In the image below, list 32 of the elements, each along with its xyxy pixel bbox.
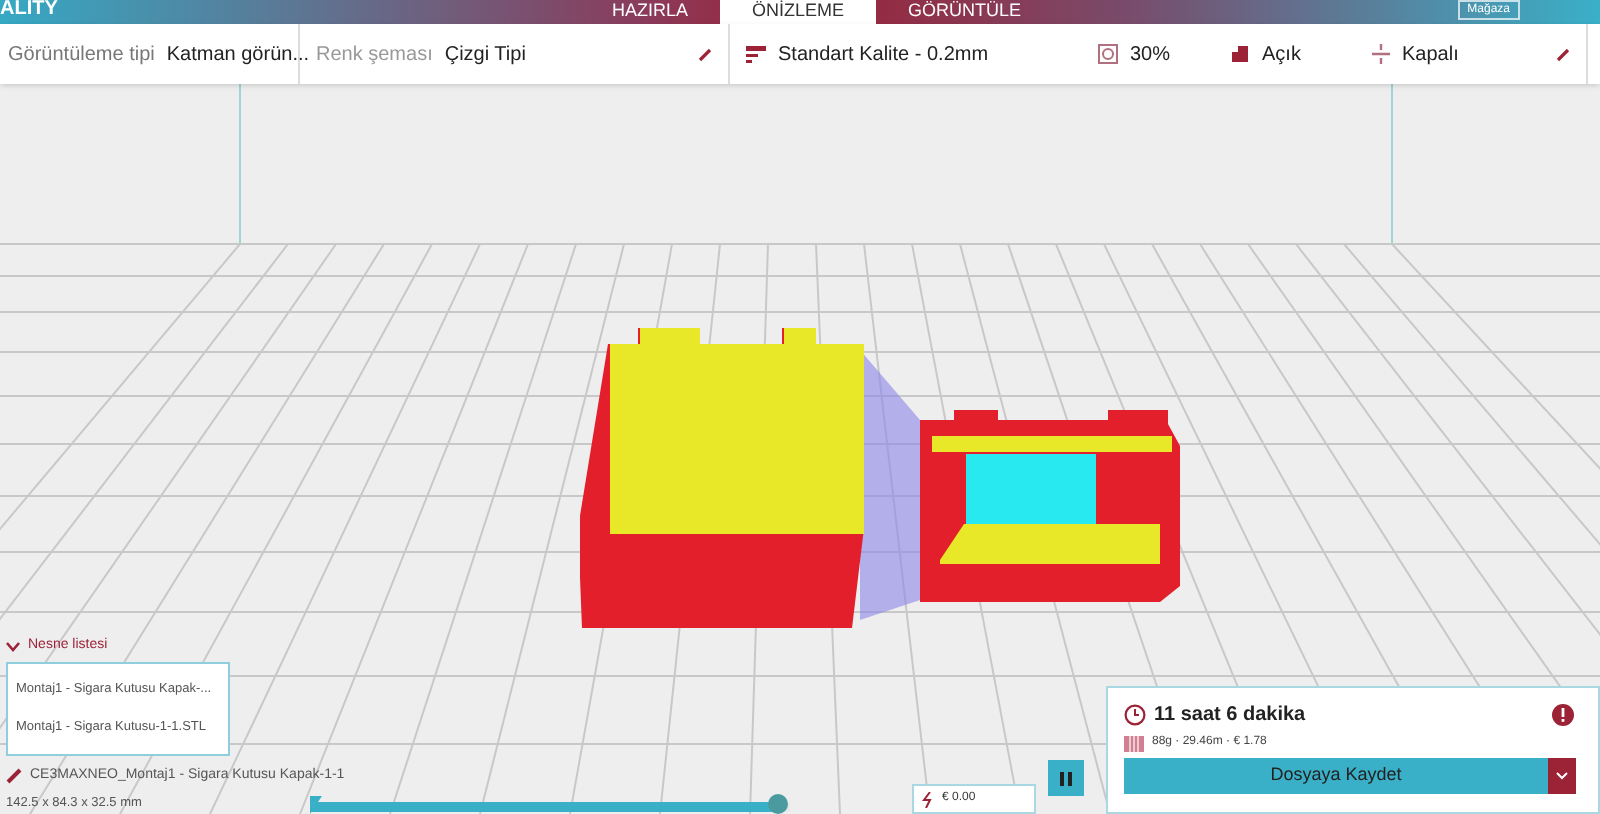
adhesion-icon xyxy=(1372,44,1390,64)
chevron-down-icon[interactable] xyxy=(6,641,20,652)
header-tab[interactable]: ÖNİZLEME xyxy=(720,0,877,24)
support-value[interactable]: Açık xyxy=(1262,39,1372,69)
filament-icon xyxy=(1124,735,1144,751)
adhesion-value[interactable]: Kapalı xyxy=(1402,39,1459,69)
color-scheme-value[interactable]: Çizgi Tipi xyxy=(444,39,526,69)
clock-icon xyxy=(1124,704,1146,726)
profile-name[interactable]: Standart Kalite - 0.2mm xyxy=(778,39,1098,69)
support-icon xyxy=(1230,44,1250,64)
pencil-icon[interactable] xyxy=(6,768,22,785)
infill-value[interactable]: 30% xyxy=(1130,39,1230,69)
print-time: 11 saat 6 dakika xyxy=(1154,702,1306,730)
chevron-down-icon xyxy=(1556,772,1568,780)
lightning-icon xyxy=(922,792,934,808)
view-type-value[interactable]: Katman görün... xyxy=(166,39,310,69)
slider-handle[interactable] xyxy=(768,794,788,814)
save-options-button[interactable] xyxy=(1548,758,1576,794)
pencil-icon[interactable] xyxy=(1556,47,1570,61)
header-tab[interactable]: GÖRÜNTÜLE xyxy=(876,0,1054,24)
slider-start-handle[interactable] xyxy=(310,796,322,814)
pencil-icon[interactable] xyxy=(698,47,712,61)
logo: ALITY xyxy=(0,0,58,20)
header-tab[interactable]: HAZIRLA xyxy=(580,0,721,24)
info-icon[interactable] xyxy=(1552,704,1574,726)
field-label: Renk şeması xyxy=(316,41,433,69)
save-to-file-button[interactable]: Dosyaya Kaydet xyxy=(1124,758,1548,794)
infill-icon xyxy=(1098,44,1118,64)
profile-icon xyxy=(746,44,766,64)
pause-button[interactable] xyxy=(1048,760,1084,796)
field-label: Görüntüleme tipi xyxy=(8,41,155,69)
pause-icon xyxy=(1060,771,1072,785)
